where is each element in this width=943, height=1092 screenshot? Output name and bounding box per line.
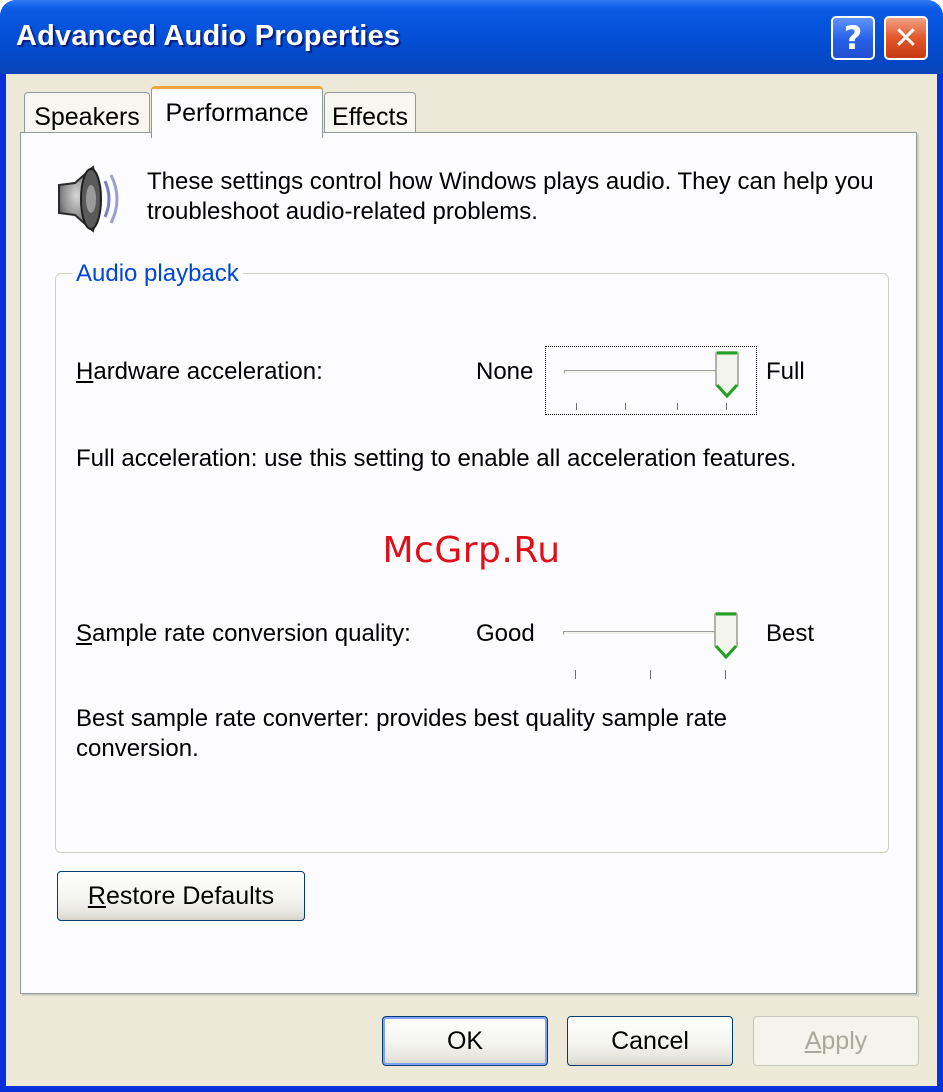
tab-speakers[interactable]: Speakers <box>24 92 150 136</box>
sample-rate-label: Sample rate conversion quality: <box>76 620 411 648</box>
hardware-slider-track <box>564 370 730 374</box>
sample-rate-description: Best sample rate converter: provides bes… <box>76 705 727 762</box>
sample-rate-label-text: ample rate conversion quality: <box>92 620 411 647</box>
restore-defaults-label: estore Defaults <box>105 882 275 910</box>
tab-effects[interactable]: Effects <box>324 92 416 136</box>
sample-rate-tick <box>725 670 726 679</box>
close-button[interactable]: ✕ <box>884 16 928 60</box>
hardware-tick <box>677 403 678 410</box>
help-button[interactable]: ? <box>831 16 875 60</box>
apply-mnemonic: A <box>804 1027 822 1055</box>
hardware-min-label: None <box>476 358 534 385</box>
hardware-acceleration-mnemonic: H <box>76 358 94 385</box>
hardware-max-label: Full <box>766 358 805 385</box>
apply-button[interactable]: Apply <box>753 1016 919 1066</box>
restore-defaults-mnemonic: R <box>87 882 106 910</box>
window-title: Advanced Audio Properties <box>16 20 401 52</box>
ok-button[interactable]: OK <box>382 1016 548 1066</box>
title-bar[interactable]: Advanced Audio Properties ? ✕ <box>0 0 943 74</box>
hardware-acceleration-label: Hardware acceleration: <box>76 358 323 386</box>
tab-performance[interactable]: Performance <box>151 86 323 138</box>
sample-rate-min-label: Good <box>476 620 535 647</box>
cancel-button[interactable]: Cancel <box>567 1016 733 1066</box>
apply-label: pply <box>821 1027 868 1055</box>
watermark: McGrp.Ru <box>382 530 561 571</box>
sample-rate-max-label: Best <box>766 620 815 647</box>
hardware-slider-thumb[interactable] <box>714 351 740 399</box>
restore-defaults-button[interactable]: Restore Defaults <box>57 871 305 921</box>
hardware-acceleration-label-text: ardware acceleration: <box>93 358 323 385</box>
hardware-tick <box>625 403 626 410</box>
group-label: Audio playback <box>72 260 243 288</box>
hardware-tick <box>726 403 727 410</box>
sample-rate-slider-track <box>563 631 729 635</box>
hardware-acceleration-slider[interactable] <box>545 346 757 415</box>
sample-rate-slider-thumb[interactable] <box>713 612 739 660</box>
sample-rate-slider[interactable] <box>545 608 757 679</box>
sample-rate-mnemonic: S <box>76 620 93 647</box>
speaker-icon <box>58 165 119 233</box>
sample-rate-tick <box>575 670 576 679</box>
intro-text: These settings control how Windows plays… <box>147 168 874 225</box>
hardware-tick <box>576 403 577 410</box>
dialog-window: Advanced Audio Properties ? ✕ Speakers P… <box>0 0 943 1092</box>
hardware-acceleration-description: Full acceleration: use this setting to e… <box>76 445 797 472</box>
sample-rate-tick <box>650 670 651 679</box>
dialog-client-area: Speakers Performance Effects These setti <box>6 74 937 1086</box>
